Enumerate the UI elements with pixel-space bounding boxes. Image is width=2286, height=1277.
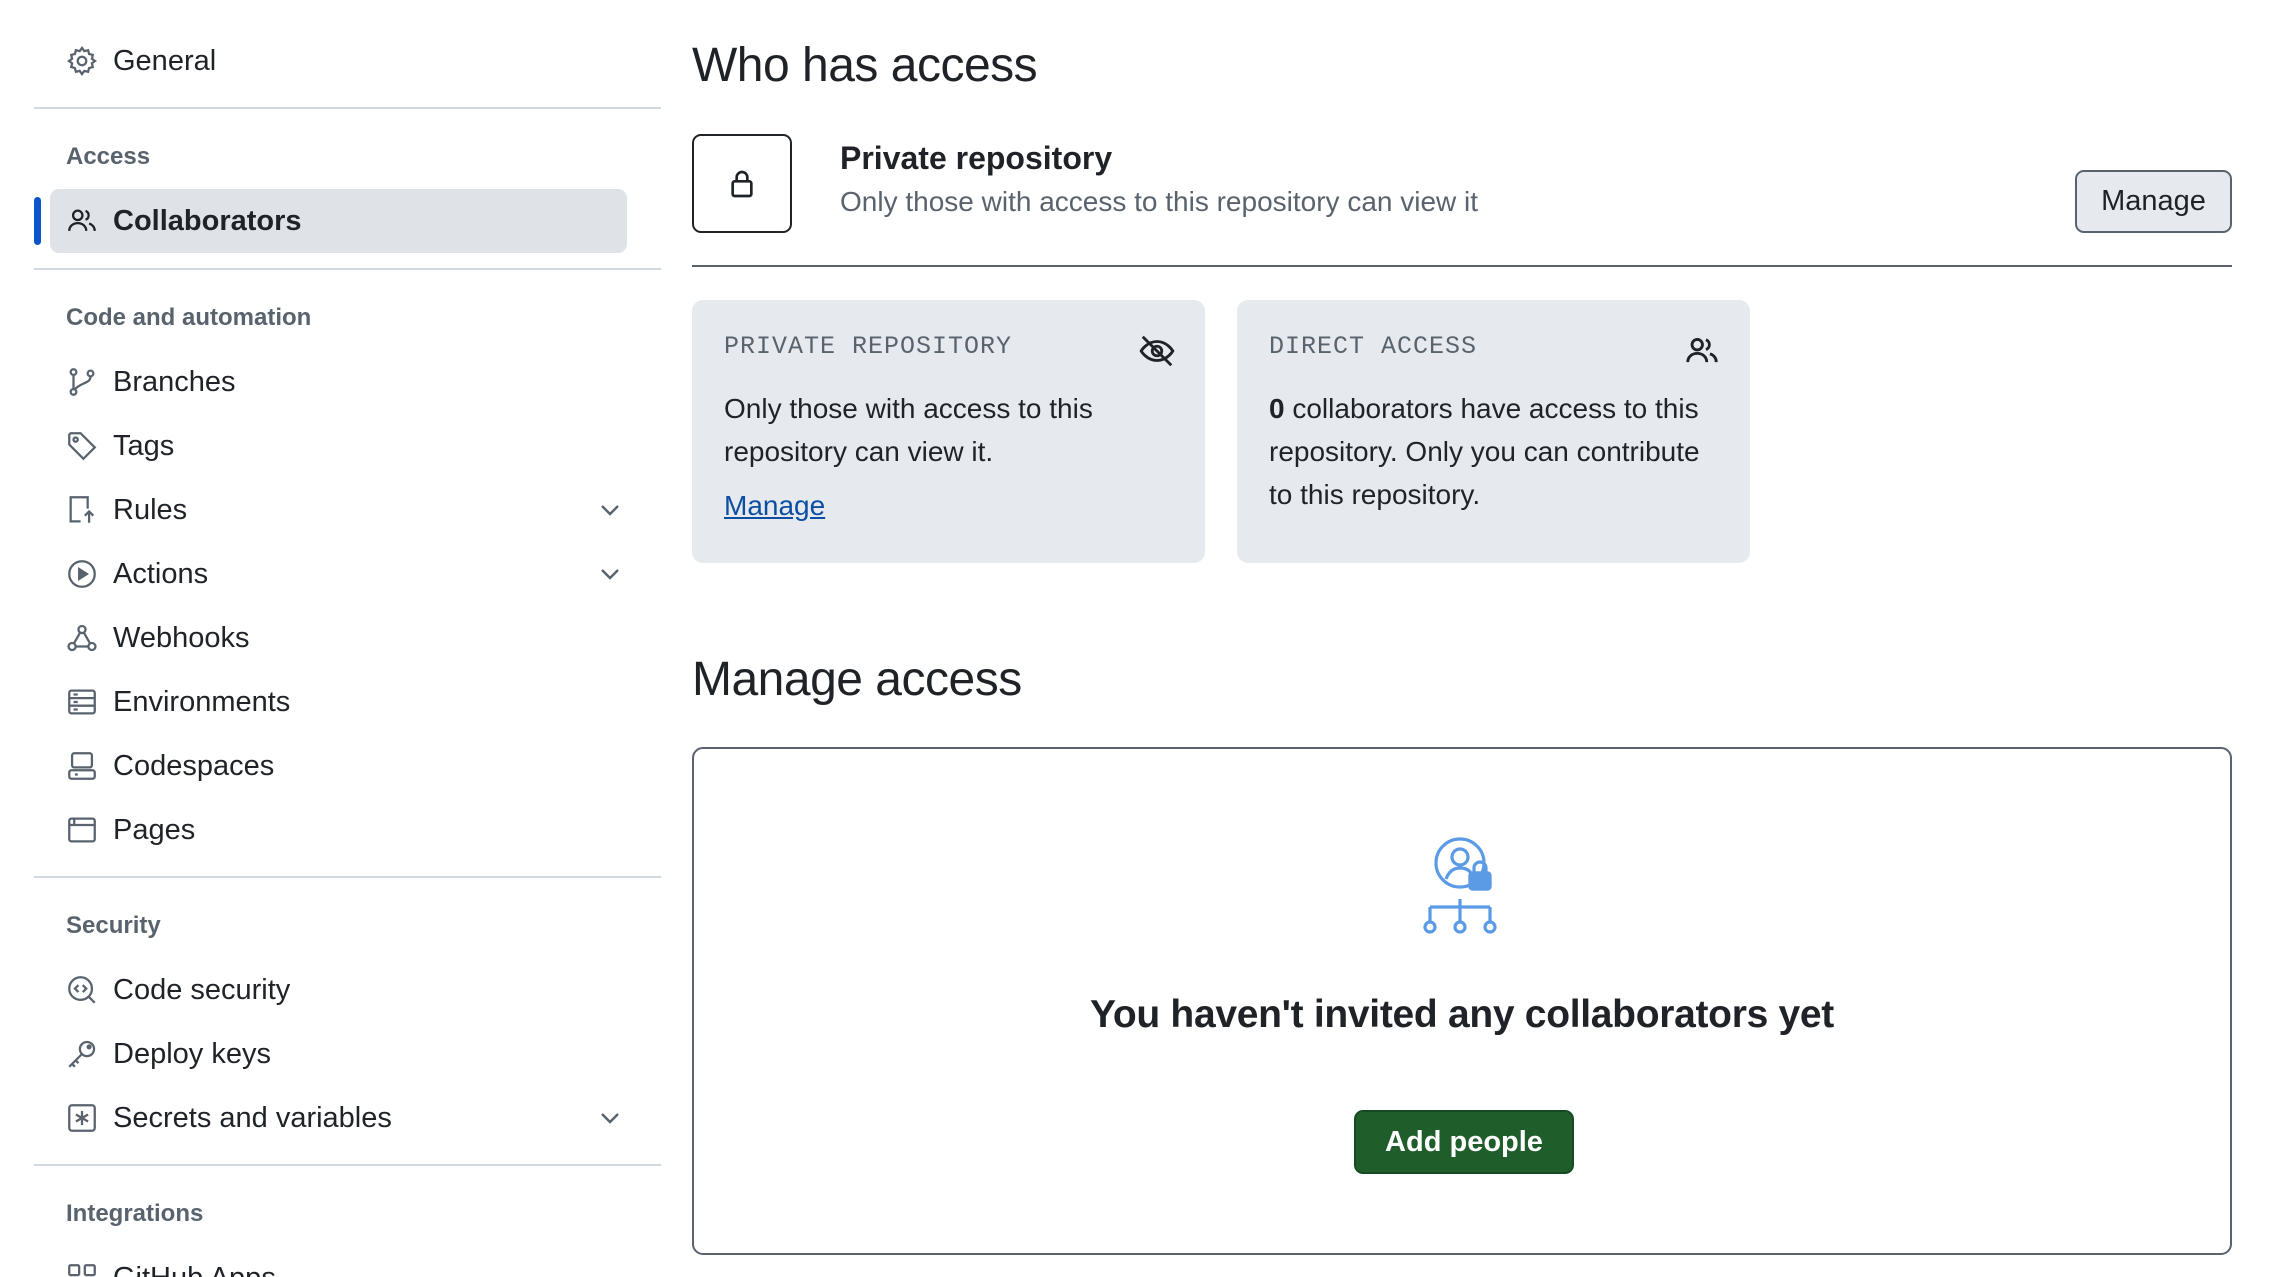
sidebar-item-deploy-keys[interactable]: Deploy keys [34,1022,661,1086]
sidebar-item-secrets[interactable]: Secrets and variables [34,1086,661,1150]
sidebar-item-label: GitHub Apps [113,1262,276,1277]
sidebar-item-branches[interactable]: Branches [34,350,661,414]
empty-state-title: You haven't invited any collaborators ye… [1090,993,1834,1036]
chevron-down-icon[interactable] [594,558,626,590]
divider [692,265,2232,267]
card-text: 0 collaborators have access to this repo… [1269,387,1718,516]
section-title-integrations: Integrations [66,1200,204,1227]
section-title-code-automation: Code and automation [66,304,312,331]
gear-icon [65,44,99,78]
collaborator-count: 0 [1269,393,1285,424]
sidebar-item-label: Environments [113,685,291,718]
divider [34,876,661,878]
sidebar-item-pages[interactable]: Pages [34,798,661,862]
divider [34,268,661,270]
sidebar-item-label: Collaborators [113,204,302,237]
collaborators-lock-illustration-icon [1423,837,1497,934]
sidebar-item-collaborators[interactable]: Collaborators [34,189,661,253]
server-icon [65,685,99,719]
selected-indicator [34,197,41,245]
chevron-down-icon[interactable] [594,1102,626,1134]
sidebar-item-code-security[interactable]: Code security [34,958,661,1022]
sidebar-item-label: Code security [113,973,291,1006]
tag-icon [65,429,99,463]
direct-access-card: DIRECT ACCESS 0 collaborators have acces… [1237,300,1750,563]
add-people-button[interactable]: Add people [1354,1110,1574,1174]
private-repo-subtitle: Only those with access to this repositor… [840,186,1479,217]
sidebar-item-label: Pages [113,813,196,846]
sidebar-item-webhooks[interactable]: Webhooks [34,606,661,670]
lock-icon [731,170,753,197]
code-scan-icon [65,973,99,1007]
sidebar-item-rules[interactable]: Rules [34,478,661,542]
webhook-icon [65,621,99,655]
chevron-down-icon[interactable] [594,494,626,526]
sidebar-item-label: General [113,44,217,77]
sidebar-item-label: Webhooks [113,621,250,654]
sidebar-item-label: Tags [113,429,175,462]
sidebar-item-label: Actions [113,557,209,590]
play-circle-icon [65,557,99,591]
private-repository-card: PRIVATE REPOSITORY Only those with acces… [692,300,1205,563]
sidebar-item-general[interactable]: General [34,29,661,93]
sidebar-item-actions[interactable]: Actions [34,542,661,606]
section-title-security: Security [66,912,161,939]
sidebar-item-codespaces[interactable]: Codespaces [34,734,661,798]
people-icon [1686,338,1718,363]
card-text: Only those with access to this repositor… [724,393,1093,467]
manage-link[interactable]: Manage [724,490,825,522]
sidebar-item-tags[interactable]: Tags [34,414,661,478]
codespaces-icon [65,749,99,783]
sidebar-item-label: Branches [113,365,236,398]
rules-icon [65,493,99,527]
browser-icon [65,813,99,847]
divider [34,107,661,109]
branch-icon [65,365,99,399]
sidebar-item-label: Deploy keys [113,1037,271,1070]
sidebar-item-label: Secrets and variables [113,1101,392,1134]
private-repo-title: Private repository [840,140,1113,176]
sidebar-item-label: Codespaces [113,749,275,782]
card-title: DIRECT ACCESS [1269,332,1478,361]
apps-icon [65,1261,99,1277]
sidebar-item-environments[interactable]: Environments [34,670,661,734]
sidebar-item-label: Rules [113,493,188,526]
divider [34,1164,661,1166]
key-icon [65,1037,99,1071]
settings-sidebar: General Access Collaborators Code and au… [34,0,661,1277]
manage-access-title: Manage access [692,653,1022,706]
empty-state-box: You haven't invited any collaborators ye… [692,747,2232,1255]
asterisk-box-icon [65,1101,99,1135]
manage-button[interactable]: Manage [2075,170,2232,233]
people-icon [65,204,99,238]
sidebar-item-github-apps[interactable]: GitHub Apps [34,1246,661,1277]
who-has-access-title: Who has access [692,39,1038,92]
lock-icon-box [692,134,792,233]
section-title-access: Access [66,143,151,170]
card-title: PRIVATE REPOSITORY [724,332,1013,361]
eye-closed-icon [1139,335,1175,367]
card-text-body: collaborators have access to this reposi… [1269,393,1700,510]
